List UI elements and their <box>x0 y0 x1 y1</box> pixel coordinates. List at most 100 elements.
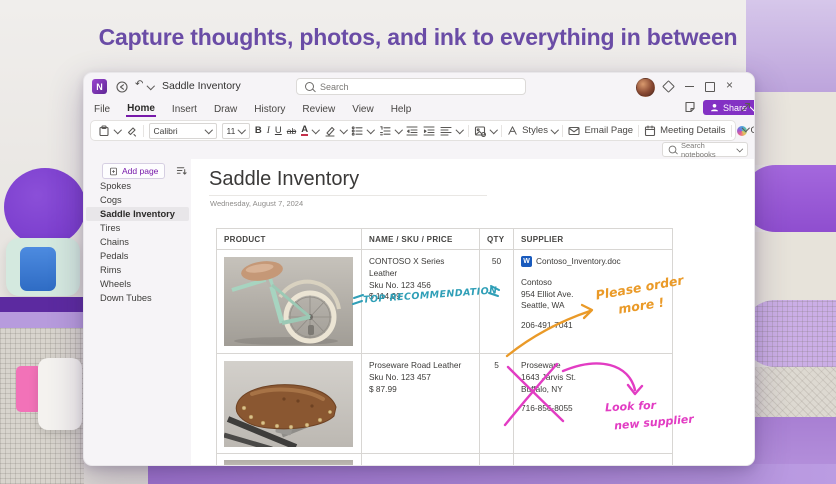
supplier-cell: Proseware 1643 Jarvis St. Buffalo, NY 71… <box>514 354 672 454</box>
onenote-window: N ↶ Saddle Inventory Search × File Home … <box>83 72 755 466</box>
menu-insert[interactable]: Insert <box>171 102 198 117</box>
sidebar-item-pedals[interactable]: Pedals <box>86 249 189 263</box>
window-title: Saddle Inventory <box>162 80 241 92</box>
menu-view[interactable]: View <box>351 102 375 117</box>
sidebar-item-rims[interactable]: Rims <box>86 263 189 277</box>
supplier-phone: 716-856-8055 <box>521 403 665 415</box>
add-page-button[interactable]: Add page <box>102 163 165 179</box>
sidebar-item-down-tubes[interactable]: Down Tubes <box>86 291 189 305</box>
bold-button[interactable]: B <box>255 125 262 136</box>
numbered-list-icon[interactable] <box>379 125 391 137</box>
attachment-name: Contoso_Inventory.doc <box>536 256 621 268</box>
align-icon[interactable] <box>440 125 452 137</box>
numbered-chevron-icon[interactable] <box>394 126 402 134</box>
supplier-name: Contoso <box>521 277 665 289</box>
styles-button[interactable]: Styles <box>507 125 557 136</box>
product-price: $ 87.99 <box>369 384 472 396</box>
word-doc-icon: W <box>521 256 532 267</box>
decor-left-bar-dark <box>0 297 84 312</box>
underline-button[interactable]: U <box>275 125 282 136</box>
title-divider <box>209 195 487 196</box>
font-size-select[interactable]: 11 <box>222 123 250 139</box>
sticky-note-icon[interactable] <box>684 101 696 113</box>
page-canvas[interactable]: Saddle Inventory Wednesday, August 7, 20… <box>191 159 754 465</box>
column-header-qty: QTY <box>480 229 514 250</box>
decor-right-pill-lilac <box>742 300 836 367</box>
add-page-icon <box>109 167 118 176</box>
meeting-details-button[interactable]: Meeting Details <box>644 125 725 137</box>
saddle-photo <box>224 361 353 447</box>
undo-icon[interactable]: ↶ <box>135 79 143 90</box>
menu-home[interactable]: Home <box>126 101 156 117</box>
notebook-search-input[interactable]: Search notebooks <box>662 142 748 157</box>
sidebar-item-chains[interactable]: Chains <box>86 235 189 249</box>
menu-file[interactable]: File <box>93 102 111 117</box>
bullet-list-icon[interactable] <box>351 125 363 137</box>
picture-chevron-icon[interactable] <box>489 126 497 134</box>
supplier-address2: Seattle, WA <box>521 300 665 312</box>
calendar-icon <box>644 125 656 137</box>
name-sku-price-cell: Proseware Road Leather Sku No. 123 457 $… <box>362 354 480 454</box>
decor-bottom-band <box>148 464 836 484</box>
styles-chevron-icon <box>551 126 559 134</box>
page-title[interactable]: Saddle Inventory <box>209 168 359 191</box>
sidebar-item-cogs[interactable]: Cogs <box>86 193 189 207</box>
envelope-icon <box>568 125 580 137</box>
sidebar-item-wheels[interactable]: Wheels <box>86 277 189 291</box>
sidebar-item-tires[interactable]: Tires <box>86 221 189 235</box>
sort-pages-icon[interactable] <box>176 165 187 176</box>
minimize-button[interactable] <box>685 86 694 87</box>
top-search-input[interactable]: Search <box>296 78 526 95</box>
paste-chevron-icon[interactable] <box>114 126 122 134</box>
font-color-chevron-icon[interactable] <box>312 126 320 134</box>
diamond-icon[interactable] <box>662 80 675 93</box>
italic-button[interactable]: I <box>267 126 270 136</box>
send-share-icon[interactable] <box>740 101 752 113</box>
strikethrough-button[interactable]: ab <box>287 126 296 136</box>
font-name-select[interactable]: Calibri <box>149 123 217 139</box>
font-chevron-icon <box>205 126 213 134</box>
sidebar-item-spokes[interactable]: Spokes <box>86 179 189 193</box>
decor-left-white-card <box>38 358 82 430</box>
page-date: Wednesday, August 7, 2024 <box>210 199 303 208</box>
undo-chevron-icon[interactable] <box>147 82 155 90</box>
font-color-button[interactable]: A <box>301 125 308 136</box>
attachment-chip[interactable]: W Contoso_Inventory.doc <box>521 256 665 268</box>
menu-review[interactable]: Review <box>301 102 336 117</box>
product-image-cell <box>217 354 362 454</box>
divider <box>638 125 639 137</box>
supplier-address2: Buffalo, NY <box>521 384 665 396</box>
search-icon <box>305 82 314 91</box>
picture-icon[interactable] <box>474 125 486 137</box>
maximize-button[interactable] <box>705 82 715 92</box>
product-name: Proseware Road Leather <box>369 360 472 372</box>
marketing-background: Capture thoughts, photos, and ink to eve… <box>0 0 836 484</box>
avatar[interactable] <box>636 78 655 97</box>
highlighter-icon[interactable] <box>324 125 336 137</box>
name-sku-price-cell: CONTOSO X Series Leather Sku No. 123 456… <box>362 250 480 354</box>
supplier-cell: W Contoso_Inventory.doc Contoso 954 Elli… <box>514 250 672 354</box>
column-header-product: PRODUCT <box>217 229 362 250</box>
decor-right-band-speckle <box>746 367 836 417</box>
align-chevron-icon[interactable] <box>456 126 464 134</box>
close-button[interactable]: × <box>726 80 733 90</box>
divider <box>143 125 144 137</box>
back-icon[interactable] <box>116 81 128 93</box>
menu-draw[interactable]: Draw <box>213 102 238 117</box>
decor-right-band-beige2 <box>746 232 836 300</box>
increase-indent-icon[interactable] <box>423 125 435 137</box>
column-header-supplier: SUPPLIER <box>514 229 672 250</box>
decrease-indent-icon[interactable] <box>406 125 418 137</box>
supplier-phone: 206-491-7041 <box>521 320 665 332</box>
product-sku: Sku No. 123 456 <box>369 280 472 292</box>
menu-help[interactable]: Help <box>390 102 413 117</box>
highlighter-chevron-icon[interactable] <box>339 126 347 134</box>
email-page-button[interactable]: Email Page <box>568 125 633 137</box>
paste-icon[interactable] <box>98 125 110 137</box>
bullet-chevron-icon[interactable] <box>367 126 375 134</box>
supplier-address1: 954 Elliot Ave. <box>521 289 665 301</box>
sidebar-item-saddle-inventory[interactable]: Saddle Inventory <box>86 207 189 221</box>
menu-history[interactable]: History <box>253 102 286 117</box>
format-painter-icon[interactable] <box>126 125 138 137</box>
bike-photo <box>224 257 353 346</box>
